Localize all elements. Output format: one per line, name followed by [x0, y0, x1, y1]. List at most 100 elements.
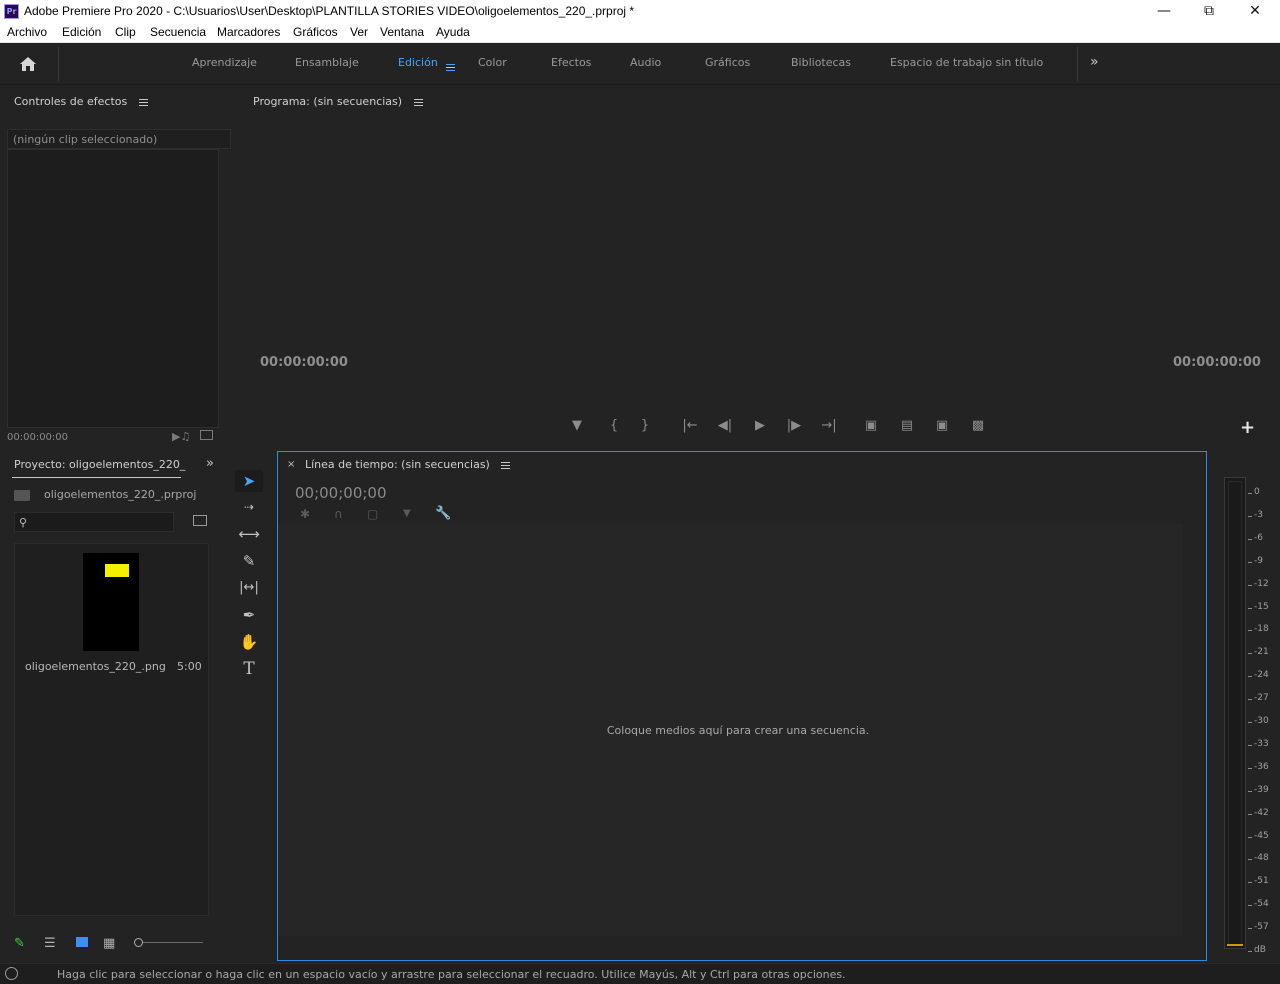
menu-archivo[interactable]: Archivo [7, 25, 47, 39]
meter-tick [1248, 538, 1252, 540]
menu-ventana[interactable]: Ventana [380, 25, 424, 39]
step-forward-icon[interactable]: |▶ [786, 418, 802, 434]
new-search-bin-icon[interactable] [193, 515, 207, 526]
meter-tick [1248, 607, 1252, 609]
project-panel-title[interactable]: Proyecto: oligoelementos_220_ [14, 458, 185, 471]
play-icon[interactable]: ▶ [752, 418, 768, 434]
overwrite-icon[interactable]: ▤ [898, 418, 916, 434]
add-marker-icon[interactable]: ▼ [403, 508, 411, 519]
snap-magnet-icon[interactable]: ∩ [334, 507, 343, 521]
project-panel: Proyecto: oligoelementos_220_ » oligoele… [0, 450, 221, 962]
program-panel-header[interactable]: Programa: (sin secuencias) [253, 95, 423, 108]
hand-tool-icon[interactable]: ✋ [235, 631, 263, 653]
camera-icon[interactable]: ▣ [934, 418, 950, 434]
drop-message: Coloque medios aquí para crear una secue… [606, 724, 870, 737]
menu-graficos[interactable]: Gráficos [293, 25, 338, 39]
pen-tool-icon[interactable]: ✒ [235, 604, 263, 626]
menu-edicion[interactable]: Edición [62, 25, 101, 39]
timeline-panel-title: Línea de tiempo: (sin secuencias) [305, 458, 490, 471]
meter-tick [1248, 744, 1252, 746]
ripple-edit-tool-icon[interactable]: ⟷ [235, 523, 263, 545]
separator [58, 47, 59, 81]
media-item-name[interactable]: oligoelementos_220_.png [25, 660, 166, 673]
freeform-view-icon[interactable]: ▦ [103, 936, 115, 951]
audio-level-indicator [1227, 944, 1243, 946]
status-message: Haga clic para seleccionar o haga clic e… [57, 968, 846, 981]
meter-tick [1248, 767, 1252, 769]
zoom-slider-track[interactable] [143, 942, 203, 943]
project-search-input[interactable] [14, 512, 174, 532]
tab-color[interactable]: Color [478, 56, 507, 69]
type-tool-icon[interactable]: T [235, 658, 263, 680]
slip-tool-icon[interactable]: |↔| [235, 577, 263, 599]
meter-label: 0 [1254, 487, 1260, 497]
compare-view-icon[interactable]: ▩ [968, 418, 988, 434]
chevron-double-right-icon[interactable]: » [206, 456, 214, 471]
meter-tick [1248, 882, 1252, 884]
panel-menu-icon[interactable] [138, 98, 148, 106]
go-to-out-icon[interactable]: →| [820, 418, 838, 434]
go-to-in-icon[interactable]: |← [681, 418, 699, 434]
pencil-icon[interactable]: ✎ [14, 936, 25, 951]
close-icon[interactable]: ✕ [1232, 0, 1278, 23]
search-icon: ⚲ [19, 516, 28, 529]
program-timecode-duration: 00:00:00:00 [1173, 355, 1261, 370]
mark-out-icon[interactable]: } [638, 418, 652, 434]
timeline-panel-header[interactable]: Línea de tiempo: (sin secuencias) [305, 458, 511, 471]
razor-tool-icon[interactable]: ✎ [235, 550, 263, 572]
meter-tick [1248, 790, 1252, 792]
track-select-tool-icon[interactable]: ⇢ [235, 496, 263, 518]
tab-graficos[interactable]: Gráficos [705, 56, 750, 69]
insert-icon[interactable]: ▣ [862, 418, 880, 434]
mark-in-icon[interactable]: { [607, 418, 621, 434]
close-icon[interactable]: × [287, 459, 295, 470]
meter-tick [1248, 813, 1252, 815]
media-item-duration: 5:00 [177, 660, 202, 673]
media-thumbnail[interactable] [83, 553, 139, 651]
list-view-icon[interactable]: ☰ [44, 936, 56, 951]
wrench-icon[interactable]: 🔧 [435, 506, 451, 521]
menu-ver[interactable]: Ver [350, 25, 368, 39]
tab-audio[interactable]: Audio [630, 56, 661, 69]
tab-bibliotecas[interactable]: Bibliotecas [791, 56, 851, 69]
zoom-slider-handle[interactable] [134, 938, 143, 947]
meter-tick [1248, 676, 1252, 678]
effects-controls-panel: Controles de efectos (ningún clip selecc… [0, 87, 237, 447]
selection-tool-icon[interactable]: ➤ [235, 470, 263, 492]
window-title: Adobe Premiere Pro 2020 - C:\Usuarios\Us… [24, 4, 635, 18]
restore-icon[interactable]: ⧉ [1186, 0, 1232, 23]
project-filename: oligoelementos_220_.prproj [44, 488, 197, 501]
meter-label: -42 [1254, 807, 1269, 818]
workspace-menu-icon[interactable] [446, 63, 455, 71]
tab-ensamblaje[interactable]: Ensamblaje [295, 56, 359, 69]
effects-panel-header[interactable]: Controles de efectos [14, 95, 148, 108]
nest-icon[interactable]: ✱ [300, 507, 310, 521]
menu-secuencia[interactable]: Secuencia [150, 25, 206, 39]
timeline-timecode[interactable]: 00;00;00;00 [295, 484, 387, 502]
menu-ayuda[interactable]: Ayuda [436, 25, 470, 39]
panel-menu-icon[interactable] [413, 98, 423, 106]
minimize-icon[interactable]: — [1141, 0, 1187, 23]
home-icon[interactable] [19, 55, 37, 73]
chevron-double-right-icon[interactable]: » [1090, 54, 1099, 70]
menu-clip[interactable]: Clip [115, 25, 136, 39]
tab-efectos[interactable]: Efectos [551, 56, 591, 69]
audio-meter-channel [1228, 481, 1242, 945]
linked-selection-icon[interactable]: ▢ [367, 507, 378, 521]
program-timecode-current[interactable]: 00:00:00:00 [260, 355, 348, 370]
panel-menu-icon[interactable] [501, 461, 511, 469]
tab-edicion[interactable]: Edición [398, 56, 438, 69]
tab-aprendizaje[interactable]: Aprendizaje [192, 56, 257, 69]
step-back-icon[interactable]: ◀| [717, 418, 733, 434]
effects-scrollbar[interactable] [219, 149, 231, 428]
marker-icon[interactable]: ▼ [570, 418, 584, 434]
icon-view-icon[interactable] [76, 937, 88, 947]
menu-marcadores[interactable]: Marcadores [217, 25, 280, 39]
tab-espacio-sin-titulo[interactable]: Espacio de trabajo sin título [890, 56, 1043, 69]
export-frame-icon[interactable] [200, 430, 213, 440]
export-audio-icon[interactable]: ▶♫ [172, 430, 190, 443]
meter-tick [1248, 859, 1252, 861]
meter-tick [1248, 699, 1252, 701]
add-button-icon[interactable]: + [1240, 417, 1255, 438]
program-monitor-panel: Programa: (sin secuencias) 00:00:00:00 0… [240, 87, 1280, 447]
